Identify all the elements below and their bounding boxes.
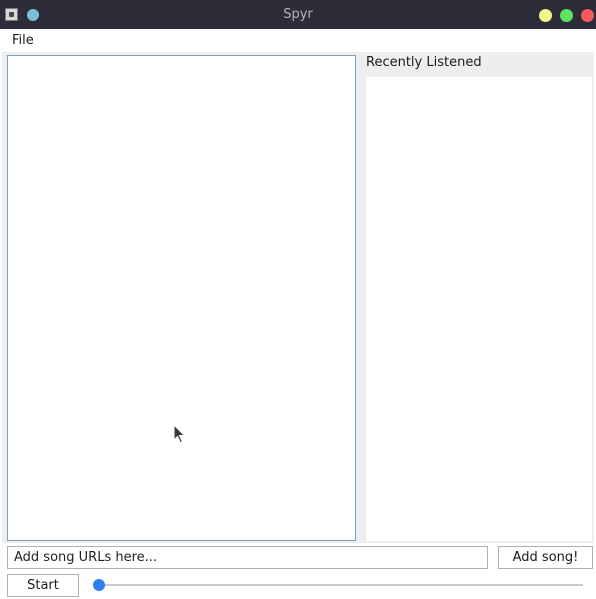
recently-listened-panel: Recently Listened <box>362 54 594 542</box>
window-title: Spyr <box>283 7 313 22</box>
title-bar[interactable]: Spyr <box>0 0 596 29</box>
recently-listened-list[interactable] <box>366 77 592 541</box>
start-button[interactable]: Start <box>7 574 79 597</box>
progress-slider-thumb[interactable] <box>93 579 105 591</box>
app-window: Spyr File Recently Listened Add song URL… <box>0 0 596 599</box>
minimize-button[interactable] <box>539 9 552 22</box>
playlist-panel[interactable] <box>7 55 356 541</box>
add-song-button[interactable]: Add song! <box>498 546 593 569</box>
recently-listened-title: Recently Listened <box>366 55 482 70</box>
mouse-pointer-icon <box>173 424 186 444</box>
close-button[interactable] <box>581 9 594 22</box>
menu-file[interactable]: File <box>12 33 34 48</box>
menu-bar: File <box>0 29 596 52</box>
progress-slider-track[interactable] <box>96 584 583 586</box>
song-url-input[interactable]: Add song URLs here... <box>7 546 488 569</box>
maximize-button[interactable] <box>560 9 573 22</box>
